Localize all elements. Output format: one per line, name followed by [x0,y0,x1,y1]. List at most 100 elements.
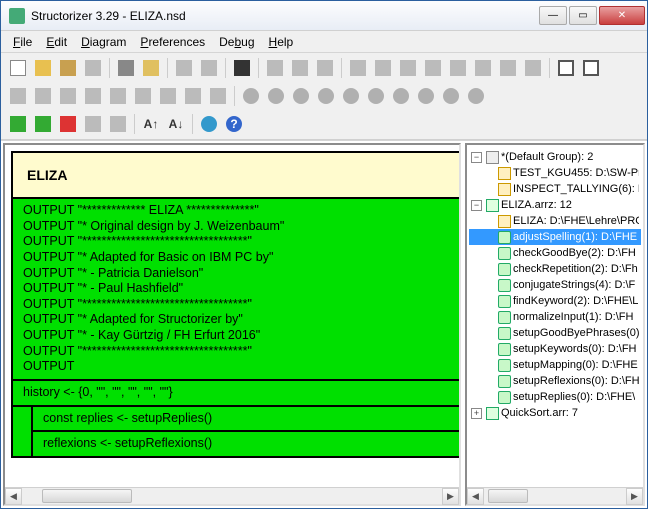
el6-button[interactable] [472,57,494,79]
save-button[interactable] [57,57,79,79]
nsd-sub-replies[interactable]: const replies <- setupReplies() [31,407,459,433]
help-button[interactable]: ? [223,113,245,135]
subroutine-icon [498,311,511,324]
menu-file[interactable]: File [7,33,38,51]
diagram-icon [498,215,511,228]
menu-debug[interactable]: Debug [213,33,260,51]
font-inc-button[interactable]: A↑ [140,113,162,135]
el7-button[interactable] [497,57,519,79]
paste-button[interactable] [314,57,336,79]
view1-button[interactable] [555,57,577,79]
nsd-diagram[interactable]: ELIZA OUTPUT "************* ELIZA ******… [11,151,459,458]
eye-button[interactable] [198,113,220,135]
el8-button[interactable] [522,57,544,79]
c3-button[interactable] [290,85,312,107]
tree-item[interactable]: conjugateStrings(4): D:\F [469,277,641,293]
c4-button[interactable] [315,85,337,107]
scroll-right-button[interactable]: ▶ [442,488,459,505]
bp-button[interactable] [82,113,104,135]
el5-button[interactable] [447,57,469,79]
arrange-button[interactable] [140,57,162,79]
stop-button[interactable] [57,113,79,135]
tree-item[interactable]: setupKeywords(0): D:\FH [469,341,641,357]
c7-button[interactable] [390,85,412,107]
tree-item[interactable]: setupReplies(0): D:\FHE\ [469,389,641,405]
turtle-button[interactable] [7,113,29,135]
diagram-pane: ELIZA OUTPUT "************* ELIZA ******… [3,143,461,506]
alt1-button[interactable] [7,85,29,107]
bp2-button[interactable] [107,113,129,135]
font-dec-button[interactable]: A↓ [165,113,187,135]
c2-button[interactable] [265,85,287,107]
diagram-viewport[interactable]: ELIZA OUTPUT "************* ELIZA ******… [5,145,459,487]
tree-item[interactable]: TEST_KGU455: D:\SW-Pro [469,165,641,181]
menu-help[interactable]: Help [263,33,300,51]
nsd-history-block[interactable]: history <- {0, "", "", "", "", ""} [13,381,459,407]
el1-button[interactable] [347,57,369,79]
tree-item[interactable]: findKeyword(2): D:\FHE\L [469,293,641,309]
el2-button[interactable] [372,57,394,79]
alt4-button[interactable] [82,85,104,107]
expand-icon[interactable]: + [471,408,482,419]
copy-button[interactable] [289,57,311,79]
undo-button[interactable] [173,57,195,79]
hscroll-thumb[interactable] [488,489,528,503]
collapse-icon[interactable]: − [471,152,482,163]
tree-item[interactable]: setupMapping(0): D:\FHE [469,357,641,373]
open-button[interactable] [32,57,54,79]
tree-item[interactable]: ELIZA: D:\FHE\Lehre\PRG [469,213,641,229]
tree-item[interactable]: adjustSpelling(1): D:\FHE [469,229,641,245]
tree-group-default[interactable]: − *(Default Group): 2 [469,149,641,165]
save-all-button[interactable] [82,57,104,79]
maximize-button[interactable]: ▭ [569,6,597,25]
tree-item[interactable]: setupGoodByePhrases(0): [469,325,641,341]
nsd-sub-reflexions[interactable]: reflexions <- setupReflexions() [31,432,459,456]
c9-button[interactable] [440,85,462,107]
alt9-button[interactable] [207,85,229,107]
collapse-icon[interactable]: − [471,200,482,211]
tree-item[interactable]: setupReflexions(0): D:\FH [469,373,641,389]
diagram-hscroll[interactable]: ◀ ▶ [5,487,459,504]
menu-edit[interactable]: Edit [40,33,73,51]
minimize-button[interactable]: — [539,6,567,25]
c5-button[interactable] [340,85,362,107]
alt2-button[interactable] [32,85,54,107]
el3-button[interactable] [397,57,419,79]
el4-button[interactable] [422,57,444,79]
view2-button[interactable] [580,57,602,79]
print-button[interactable] [115,57,137,79]
alt8-button[interactable] [182,85,204,107]
exec-button[interactable] [32,113,54,135]
nsd-output-line: OUTPUT "* - Paul Hashfield" [23,281,459,297]
group-icon [486,151,499,164]
scroll-left-button[interactable]: ◀ [467,488,484,505]
close-button[interactable]: ✕ [599,6,645,25]
c6-button[interactable] [365,85,387,107]
tree-item[interactable]: checkGoodBye(2): D:\FH [469,245,641,261]
scroll-left-button[interactable]: ◀ [5,488,22,505]
alt3-button[interactable] [57,85,79,107]
menu-diagram[interactable]: Diagram [75,33,132,51]
tree-item[interactable]: checkRepetition(2): D:\Fh [469,261,641,277]
scroll-right-button[interactable]: ▶ [626,488,643,505]
redo-button[interactable] [198,57,220,79]
tree-group-quicksort[interactable]: + QuickSort.arr: 7 [469,405,641,421]
hscroll-thumb[interactable] [42,489,132,503]
menu-preferences[interactable]: Preferences [134,33,211,51]
alt5-button[interactable] [107,85,129,107]
tree-item[interactable]: normalizeInput(1): D:\FH [469,309,641,325]
tree-view[interactable]: − *(Default Group): 2 TEST_KGU455: D:\SW… [467,145,643,487]
tree-item[interactable]: INSPECT_TALLYING(6): D [469,181,641,197]
new-button[interactable] [7,57,29,79]
c1-button[interactable] [240,85,262,107]
tree-group-eliza[interactable]: − ELIZA.arrz: 12 [469,197,641,213]
find-button[interactable] [231,57,253,79]
menubar: File Edit Diagram Preferences Debug Help [1,31,647,53]
nsd-output-block[interactable]: OUTPUT "************* ELIZA ************… [13,199,459,381]
alt7-button[interactable] [157,85,179,107]
c8-button[interactable] [415,85,437,107]
tree-hscroll[interactable]: ◀ ▶ [467,487,643,504]
alt6-button[interactable] [132,85,154,107]
cut-button[interactable] [264,57,286,79]
c10-button[interactable] [465,85,487,107]
